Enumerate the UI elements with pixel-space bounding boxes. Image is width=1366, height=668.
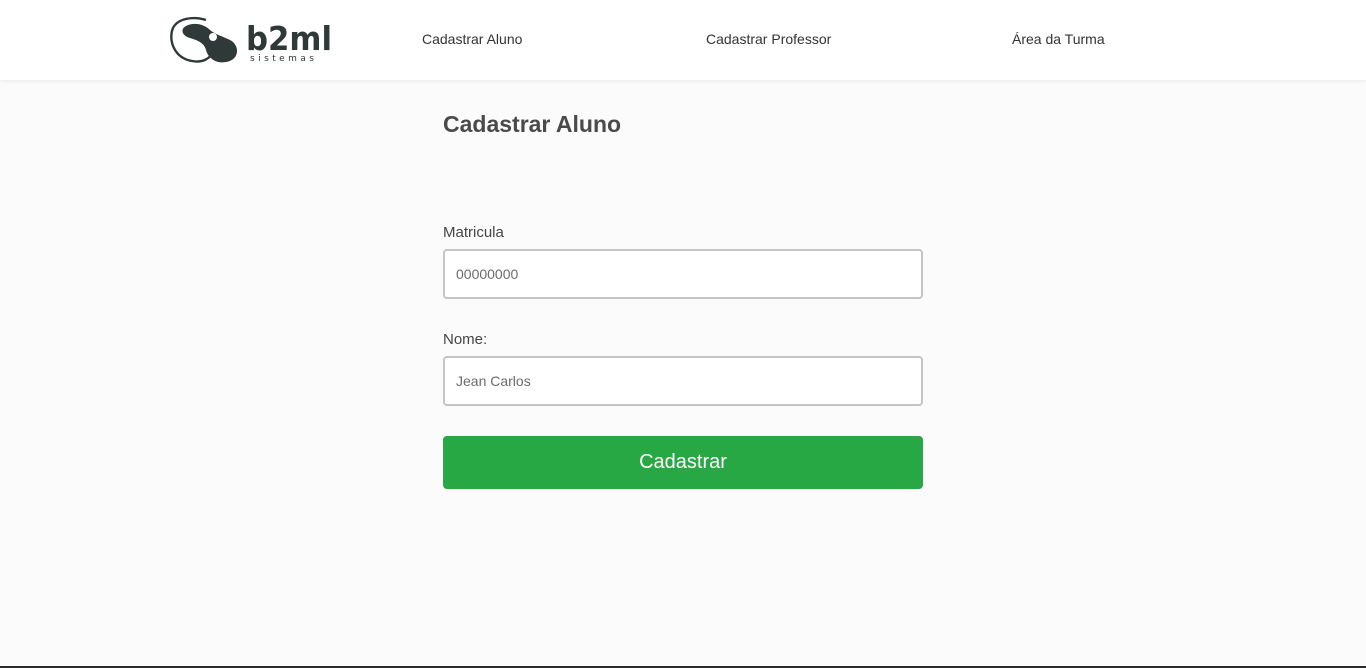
cadastrar-button[interactable]: Cadastrar (443, 436, 923, 489)
nav-link-cadastrar-professor[interactable]: Cadastrar Professor (706, 31, 831, 47)
nav-link-area-da-turma[interactable]: Área da Turma (1012, 31, 1105, 47)
b2ml-logo[interactable]: b2ml sistemas (170, 14, 335, 66)
top-navbar: b2ml sistemas Cadastrar Aluno Cadastrar … (0, 0, 1366, 80)
nome-label: Nome: (443, 331, 488, 348)
logo-subtext: sistemas (250, 54, 314, 64)
bean-logo-icon (170, 16, 238, 63)
page-title: Cadastrar Aluno (443, 111, 622, 137)
logo-wordmark: b2ml (246, 19, 332, 58)
matricula-input[interactable] (443, 249, 923, 299)
matricula-label: Matricula (443, 224, 504, 241)
nav-link-cadastrar-aluno[interactable]: Cadastrar Aluno (422, 31, 522, 47)
nome-input[interactable] (443, 356, 923, 406)
